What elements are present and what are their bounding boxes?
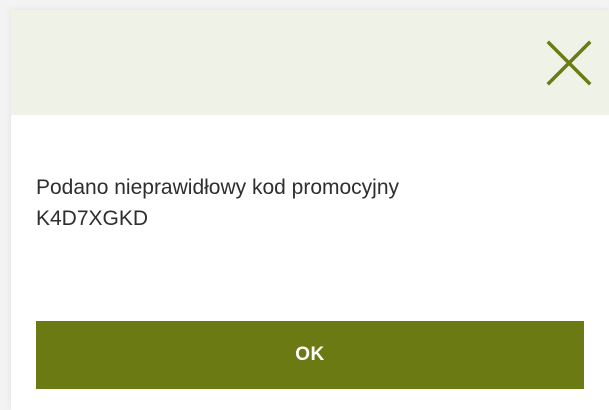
promo-code-error-dialog: Podano nieprawidłowy kod promocyjny K4D7… [11,10,609,410]
dialog-header [11,10,609,115]
close-icon [546,40,592,86]
ok-button[interactable]: OK [36,321,584,389]
close-button[interactable] [543,37,595,89]
error-message: Podano nieprawidłowy kod promocyjny K4D7… [36,176,400,230]
